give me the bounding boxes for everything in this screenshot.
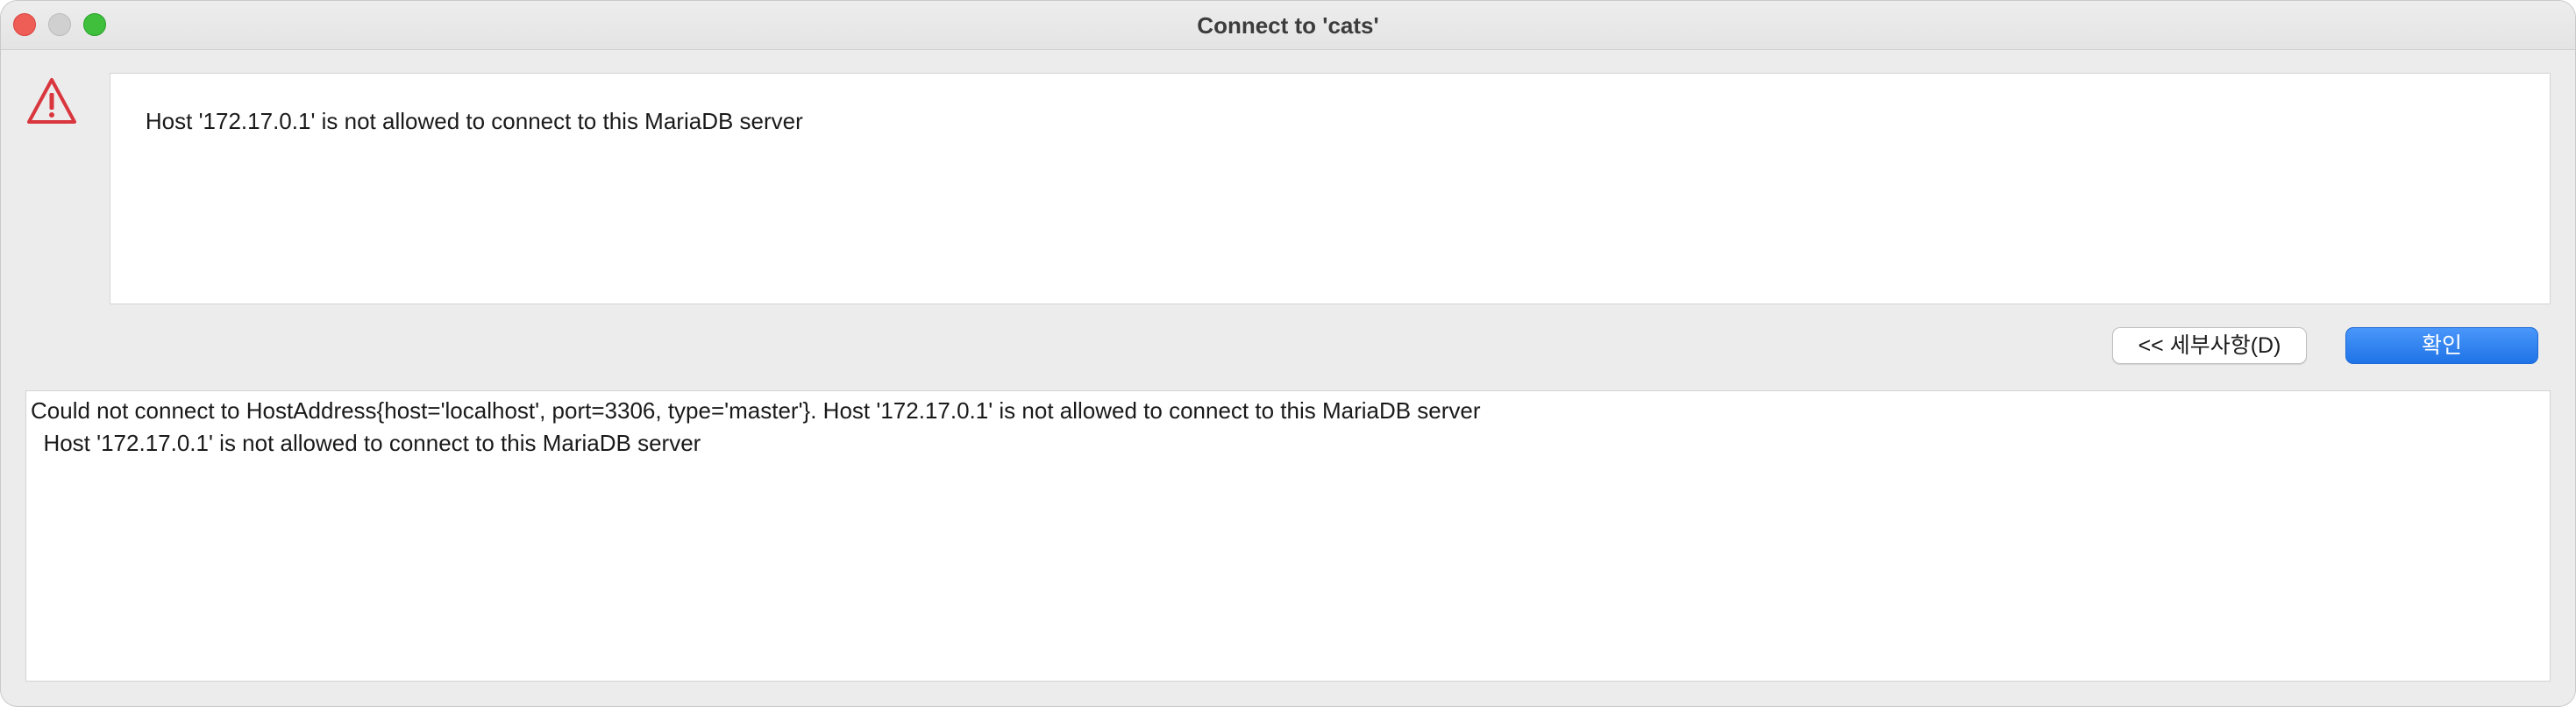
- details-toggle-button[interactable]: << 세부사항(D): [2112, 327, 2307, 364]
- title-bar[interactable]: Connect to 'cats': [1, 1, 2575, 50]
- error-details-box[interactable]: Could not connect to HostAddress{host='l…: [25, 390, 2551, 682]
- details-line: Host '172.17.0.1' is not allowed to conn…: [31, 430, 701, 456]
- window-title: Connect to 'cats': [1197, 12, 1379, 39]
- error-message-box: Host '172.17.0.1' is not allowed to conn…: [110, 73, 2551, 304]
- error-message-text: Host '172.17.0.1' is not allowed to conn…: [145, 108, 803, 134]
- details-line: Could not connect to HostAddress{host='l…: [31, 397, 1481, 424]
- ok-button[interactable]: 확인: [2345, 327, 2538, 364]
- warning-triangle-icon: [27, 78, 76, 124]
- dialog-window: Connect to 'cats' Host '172.17.0.1' is n…: [0, 0, 2576, 707]
